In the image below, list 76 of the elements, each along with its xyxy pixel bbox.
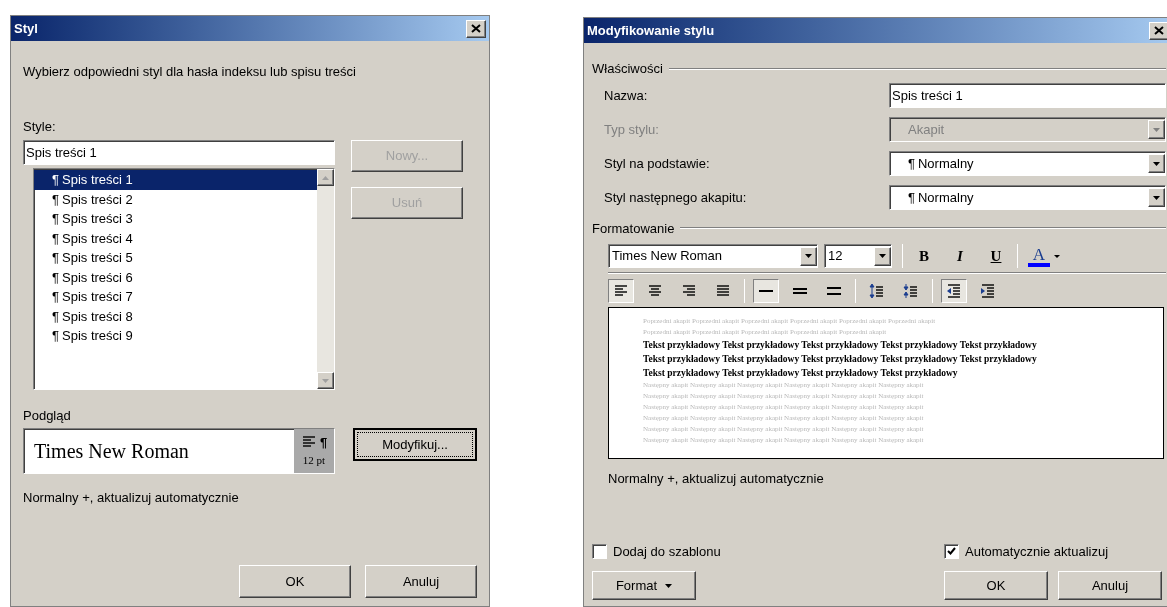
modify-button[interactable]: Modyfikuj... — [353, 427, 477, 461]
align-left-icon — [613, 283, 629, 299]
caret-icon — [665, 583, 673, 588]
paragraph-tool-button[interactable] — [608, 279, 634, 303]
field-label: Typ stylu: — [604, 120, 659, 139]
group-label: Właściwości — [592, 60, 663, 78]
style-list-item[interactable]: ¶ Spis treści 2 — [34, 189, 317, 209]
close-button[interactable] — [1149, 21, 1167, 40]
preview-label: Podgląd — [23, 407, 72, 425]
checkbox[interactable] — [592, 543, 607, 559]
style-list-item[interactable]: ¶ Spis treści 3 — [34, 209, 317, 229]
scrollbar[interactable] — [317, 169, 334, 389]
text-style-button[interactable]: I — [945, 244, 975, 268]
style-list-item[interactable]: ¶ Spis treści 6 — [34, 267, 317, 287]
caret-icon — [1054, 254, 1060, 258]
style-list-item[interactable]: ¶ Spis treści 9 — [34, 326, 317, 346]
text-style-button[interactable]: U — [981, 244, 1011, 268]
style-list-item[interactable]: ¶ Spis treści 1 — [34, 170, 317, 190]
window-title: Styl — [14, 19, 38, 38]
style-description: Normalny +, aktualizuj automatycznie — [23, 488, 240, 507]
dialog-button[interactable]: Anuluj — [365, 565, 477, 598]
paragraph-mark: ¶ — [319, 433, 328, 452]
style-name-field[interactable]: Spis treści 1 — [23, 140, 335, 165]
caret-icon — [1153, 127, 1160, 132]
align-right-icon — [681, 283, 697, 299]
group-label: Formatowanie — [592, 219, 675, 238]
indent-increase-icon — [980, 283, 996, 299]
checkbox-label: Dodaj do szablonu — [613, 542, 721, 561]
field-label: Styl na podstawie: — [604, 154, 710, 173]
window-title: Modyfikowanie stylu — [587, 21, 715, 40]
sample-text: Tekst przykładowy Tekst przykładowy Tekst przykładowy Tekst przykładowy — [643, 367, 959, 380]
font-dropdown[interactable]: Times New Roman — [608, 244, 818, 268]
field-label: Styl następnego akapitu: — [604, 188, 747, 207]
space-decrease-icon — [903, 283, 919, 299]
format-button[interactable]: Format — [592, 571, 696, 600]
paragraph-tool-button[interactable] — [941, 279, 967, 303]
dialog-button[interactable]: OK — [944, 571, 1048, 600]
indent-decrease-icon — [946, 283, 962, 299]
instruction-text: Wybierz odpowiedni styl dla hasła indeksu lub spisu treści — [23, 63, 357, 81]
field-label: Nazwa: — [604, 86, 648, 105]
checkbox[interactable] — [944, 543, 959, 559]
dialog-button[interactable]: OK — [239, 565, 351, 598]
close-icon — [471, 24, 481, 33]
checkbox-label: Automatycznie aktualizuj — [965, 542, 1109, 561]
style-list-item[interactable]: ¶ Spis treści 5 — [34, 248, 317, 268]
style-list-item[interactable]: ¶ Spis treści 8 — [34, 306, 317, 326]
caret-icon — [1153, 161, 1160, 166]
text-style-button[interactable]: B — [909, 244, 939, 268]
caret-icon — [879, 254, 886, 258]
scroll-up-icon — [322, 175, 329, 180]
style-list-item[interactable]: ¶ Spis treści 7 — [34, 287, 317, 307]
dropdown-field[interactable]: ¶ Normalny — [889, 151, 1166, 176]
paragraph-tool-button[interactable] — [753, 279, 779, 303]
sample-text: Tekst przykładowy Tekst przykładowy Tekst przykładowy Tekst przykładowy Tekst przykładowy — [643, 339, 1038, 352]
dropdown-field[interactable]: ¶ Normalny — [889, 185, 1166, 210]
style-description: Normalny +, aktualizuj automatycznie — [608, 470, 825, 488]
space-increase-icon — [869, 283, 885, 299]
close-button[interactable] — [466, 19, 486, 38]
caret-icon — [805, 254, 812, 258]
font-size-text: 12 pt — [302, 453, 326, 468]
scroll-down-icon — [322, 378, 329, 383]
justify-icon — [715, 283, 731, 299]
name-field[interactable]: Spis treści 1 — [889, 83, 1166, 108]
double-spacing-icon — [827, 287, 841, 295]
size-dropdown[interactable]: 12 — [824, 244, 892, 268]
one-half-spacing-icon — [793, 288, 807, 294]
font-sample: Times New Roman — [33, 438, 190, 464]
styles-label: Style: — [23, 117, 57, 136]
style-list-item[interactable]: ¶ Spis treści 4 — [34, 228, 317, 248]
checkmark-icon — [947, 547, 956, 556]
align-center-icon — [647, 283, 663, 299]
dialog-button[interactable]: Anuluj — [1058, 571, 1162, 600]
close-icon — [1154, 26, 1164, 35]
caret-icon — [1153, 195, 1160, 200]
sample-text: Tekst przykładowy Tekst przykładowy Tekst przykładowy Tekst przykładowy Tekst przykładowy — [643, 353, 1038, 366]
font-color-button[interactable]: A — [1024, 244, 1064, 268]
